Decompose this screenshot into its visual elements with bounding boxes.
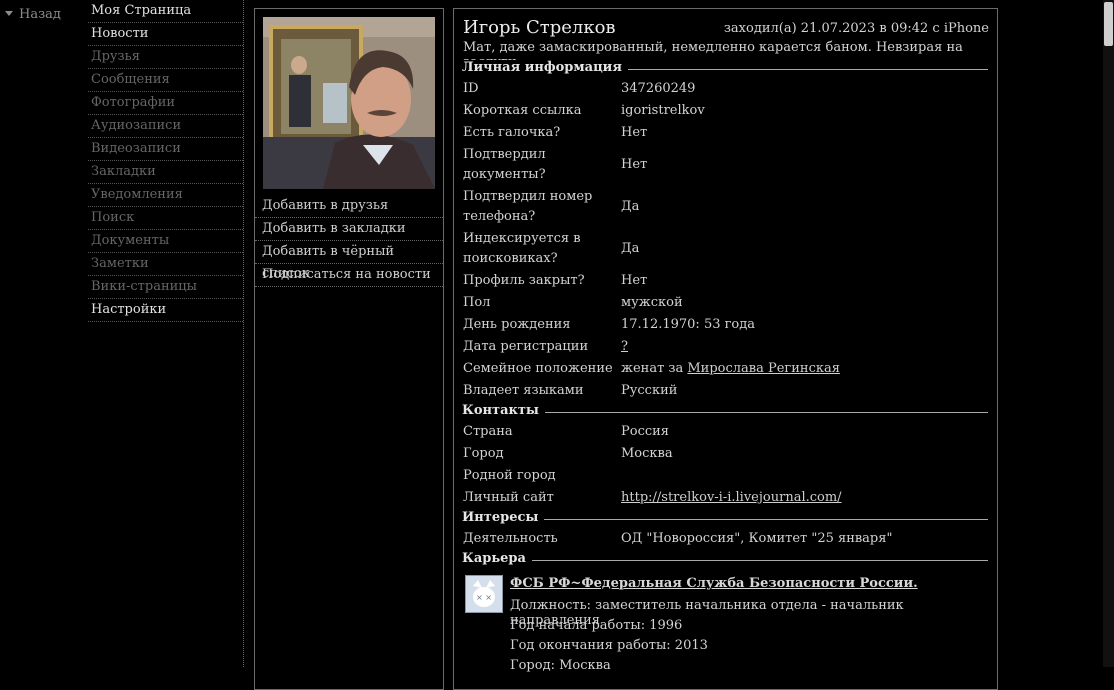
career-city: Город: Москва — [510, 658, 611, 673]
menu-item-notes[interactable]: Заметки — [88, 253, 243, 276]
organization-logo[interactable]: × × — [465, 575, 503, 613]
menu-item-notifications[interactable]: Уведомления — [88, 184, 243, 207]
section-interests: Интересы — [462, 510, 988, 528]
website-link[interactable]: http://strelkov-i-i.livejournal.com/ — [621, 490, 842, 505]
career-start: Год начала работы: 1996 — [510, 618, 683, 633]
add-friend-button[interactable]: Добавить в друзья — [255, 195, 443, 218]
back-link[interactable]: Назад — [5, 7, 61, 22]
scrollbar-thumb[interactable] — [1104, 2, 1113, 46]
menu-item-settings[interactable]: Настройки — [88, 299, 243, 322]
menu-item-bookmarks[interactable]: Закладки — [88, 161, 243, 184]
profile-actions: Добавить в друзья Добавить в закладки До… — [255, 195, 443, 287]
menu-item-news[interactable]: Новости — [88, 23, 243, 46]
triangle-down-icon — [5, 11, 13, 16]
menu-item-wiki[interactable]: Вики-страницы — [88, 276, 243, 299]
section-personal: Личная информация — [462, 60, 988, 78]
menu-item-video[interactable]: Видеозаписи — [88, 138, 243, 161]
career-end: Год окончания работы: 2013 — [510, 638, 708, 653]
subscribe-button[interactable]: Подписаться на новости — [255, 264, 443, 287]
menu-item-friends[interactable]: Друзья — [88, 46, 243, 69]
dog-icon: × × — [466, 576, 502, 612]
menu-item-search[interactable]: Поиск — [88, 207, 243, 230]
profile-name: Игорь Стрелков — [463, 17, 616, 38]
add-blacklist-button[interactable]: Добавить в чёрный список — [255, 241, 443, 281]
profile-sidebar: Добавить в друзья Добавить в закладки До… — [254, 8, 444, 690]
organization-link[interactable]: ФСБ РФ~Федеральная Служба Безопасности Р… — [510, 576, 918, 591]
divider — [243, 0, 244, 667]
scrollbar[interactable] — [1103, 0, 1114, 667]
profile-photo[interactable] — [263, 17, 435, 189]
section-contacts: Контакты — [462, 403, 988, 421]
profile-main: Игорь Стрелков заходил(а) 21.07.2023 в 0… — [453, 8, 998, 690]
registration-date-link[interactable]: ? — [621, 339, 628, 354]
menu-item-documents[interactable]: Документы — [88, 230, 243, 253]
add-bookmark-button[interactable]: Добавить в закладки — [255, 218, 443, 241]
svg-text:× ×: × × — [476, 593, 492, 602]
menu-item-my-page[interactable]: Моя Страница — [88, 0, 243, 23]
last-seen: заходил(а) 21.07.2023 в 09:42 с iPhone — [723, 21, 989, 36]
avatar-image — [263, 17, 435, 189]
spouse-link[interactable]: Мирослава Регинская — [687, 361, 840, 376]
menu-item-messages[interactable]: Сообщения — [88, 69, 243, 92]
menu-item-audio[interactable]: Аудиозаписи — [88, 115, 243, 138]
menu-item-photos[interactable]: Фотографии — [88, 92, 243, 115]
sidebar-menu: Моя Страница Новости Друзья Сообщения Фо… — [88, 0, 243, 322]
section-career: Карьера — [462, 551, 988, 569]
